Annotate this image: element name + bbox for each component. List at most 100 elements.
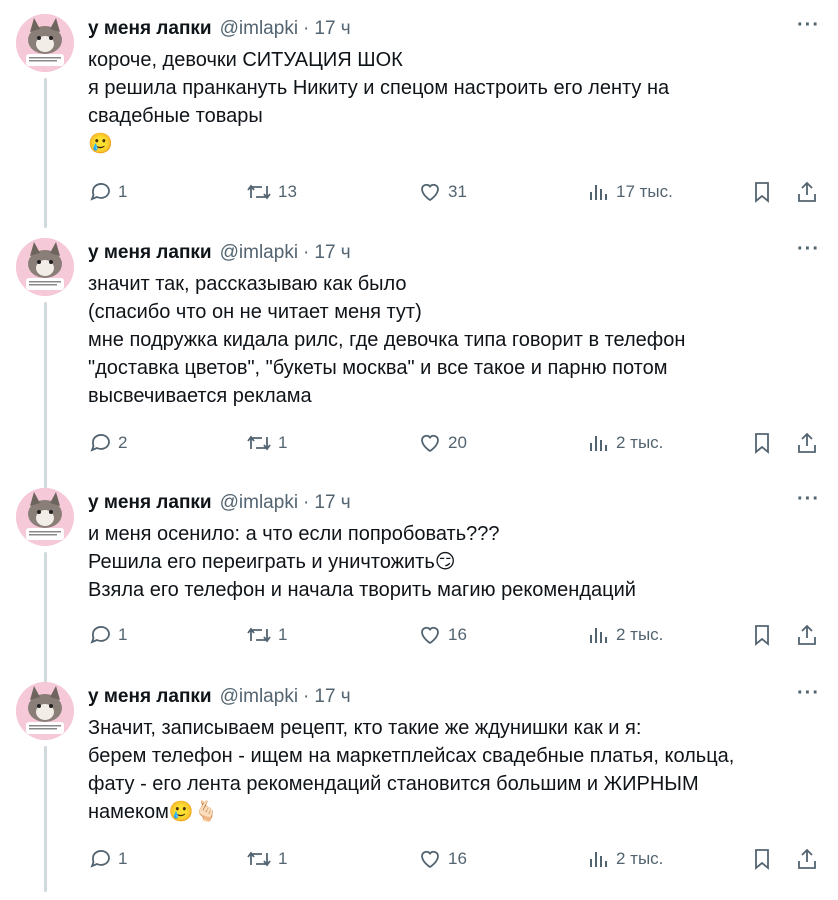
views-icon [590, 436, 607, 451]
retweet-button[interactable]: 13 [246, 180, 297, 204]
bookmark-button[interactable] [752, 180, 772, 204]
views-icon [590, 185, 607, 200]
share-button[interactable] [796, 623, 818, 647]
display-name[interactable]: у меня лапки [88, 18, 212, 40]
retweet-icon [247, 435, 271, 451]
share-icon [798, 432, 816, 453]
reply-icon [90, 626, 110, 644]
thread-line [44, 78, 47, 228]
tweet-line: фату - его лента рекомендаций становится… [88, 773, 699, 795]
reply-count: 2 [118, 433, 128, 452]
bookmark-icon [755, 433, 769, 454]
retweet-button[interactable]: 1 [246, 847, 287, 871]
timestamp[interactable]: 17 ч [314, 686, 350, 708]
bookmark-icon [755, 849, 769, 870]
views-count: 2 тыс. [616, 849, 664, 868]
share-button[interactable] [796, 847, 818, 871]
views-icon [590, 852, 607, 867]
share-button[interactable] [796, 431, 818, 455]
tweet-header: у меня лапки @imlapki · 17 ч [88, 682, 351, 712]
bookmark-icon [755, 625, 769, 646]
more-icon[interactable]: ··· [797, 489, 820, 509]
retweet-button[interactable]: 1 [246, 623, 287, 647]
like-count: 31 [448, 182, 467, 201]
views-button[interactable]: 2 тыс. [588, 847, 663, 871]
tweet-header: у меня лапки @imlapki · 17 ч [88, 14, 351, 44]
tweet-line: Значит, записываем рецепт, кто такие же … [88, 717, 642, 739]
like-button[interactable]: 16 [418, 623, 467, 647]
more-icon[interactable]: ··· [797, 239, 820, 259]
avatar[interactable] [16, 238, 74, 296]
tweet-line: намеком🥲🫰🏻 [88, 801, 219, 823]
like-count: 16 [448, 625, 467, 644]
reply-count: 1 [118, 182, 128, 201]
like-count: 16 [448, 849, 467, 868]
timestamp[interactable]: 17 ч [314, 242, 350, 264]
views-button[interactable]: 17 тыс. [588, 180, 673, 204]
timestamp[interactable]: 17 ч [314, 18, 350, 40]
reply-count: 1 [118, 849, 128, 868]
retweet-icon [247, 627, 271, 643]
like-button[interactable]: 16 [418, 847, 467, 871]
bookmark-icon [755, 182, 769, 203]
tweet-line: "доставка цветов", "букеты москва" и все… [88, 357, 668, 379]
action-bar: 2 1 20 2 тыс. [88, 428, 824, 458]
views-count: 2 тыс. [616, 433, 664, 452]
like-button[interactable]: 20 [418, 431, 467, 455]
like-icon [421, 183, 439, 202]
display-name[interactable]: у меня лапки [88, 492, 212, 514]
tweet-line: значит так, рассказываю как было [88, 273, 407, 295]
share-button[interactable] [796, 180, 818, 204]
reply-icon [90, 434, 110, 452]
thread-line [44, 302, 47, 492]
user-handle[interactable]: @imlapki [220, 242, 298, 264]
like-icon [421, 850, 439, 869]
display-name[interactable]: у меня лапки [88, 686, 212, 708]
bookmark-button[interactable] [752, 623, 772, 647]
views-count: 17 тыс. [616, 182, 673, 201]
tweet-header: у меня лапки @imlapki · 17 ч [88, 238, 351, 268]
thread-line [44, 746, 47, 892]
display-name[interactable]: у меня лапки [88, 242, 212, 264]
action-bar: 1 1 16 2 тыс. [88, 844, 824, 874]
views-button[interactable]: 2 тыс. [588, 431, 663, 455]
retweet-button[interactable]: 1 [246, 431, 287, 455]
like-button[interactable]: 31 [418, 180, 467, 204]
user-handle[interactable]: @imlapki [220, 492, 298, 514]
separator-dot: · [303, 18, 310, 39]
reply-button[interactable]: 1 [88, 847, 127, 871]
user-handle[interactable]: @imlapki [220, 686, 298, 708]
retweet-icon [247, 851, 271, 867]
tweet-line: берем телефон - ищем на маркетплейсах св… [88, 745, 735, 767]
views-button[interactable]: 2 тыс. [588, 623, 663, 647]
like-icon [421, 434, 439, 453]
reply-button[interactable]: 1 [88, 180, 127, 204]
reply-icon [90, 850, 110, 868]
tweet-2[interactable]: у меня лапки @imlapki · 17 ч ··· значит … [0, 238, 838, 492]
more-icon[interactable]: ··· [797, 15, 820, 35]
reply-count: 1 [118, 625, 128, 644]
tweet-4[interactable]: у меня лапки @imlapki · 17 ч ··· Значит,… [0, 682, 838, 892]
share-icon [798, 848, 816, 869]
user-handle[interactable]: @imlapki [220, 18, 298, 40]
separator-dot: · [303, 242, 310, 263]
timestamp[interactable]: 17 ч [314, 492, 350, 514]
tweet-3[interactable]: у меня лапки @imlapki · 17 ч ··· и меня … [0, 488, 838, 684]
retweet-icon [247, 184, 271, 200]
avatar[interactable] [16, 488, 74, 546]
bookmark-button[interactable] [752, 847, 772, 871]
tweet-line: Решила его переиграть и уничтожить😏 [88, 551, 456, 573]
more-icon[interactable]: ··· [797, 683, 820, 703]
tweet-text: значит так, рассказываю как было (спасиб… [88, 270, 808, 410]
action-bar: 1 1 16 2 тыс. [88, 620, 824, 650]
avatar[interactable] [16, 682, 74, 740]
reply-button[interactable]: 2 [88, 431, 127, 455]
tweet-text: короче, девочки СИТУАЦИЯ ШОК я решила пр… [88, 46, 808, 158]
like-icon [421, 626, 439, 645]
bookmark-button[interactable] [752, 431, 772, 455]
tweet-header: у меня лапки @imlapki · 17 ч [88, 488, 351, 518]
tweet-1[interactable]: у меня лапки @imlapki · 17 ч ··· короче,… [0, 14, 838, 228]
tweet-line: и меня осенило: а что если попробовать??… [88, 523, 500, 545]
avatar[interactable] [16, 14, 74, 72]
reply-button[interactable]: 1 [88, 623, 127, 647]
